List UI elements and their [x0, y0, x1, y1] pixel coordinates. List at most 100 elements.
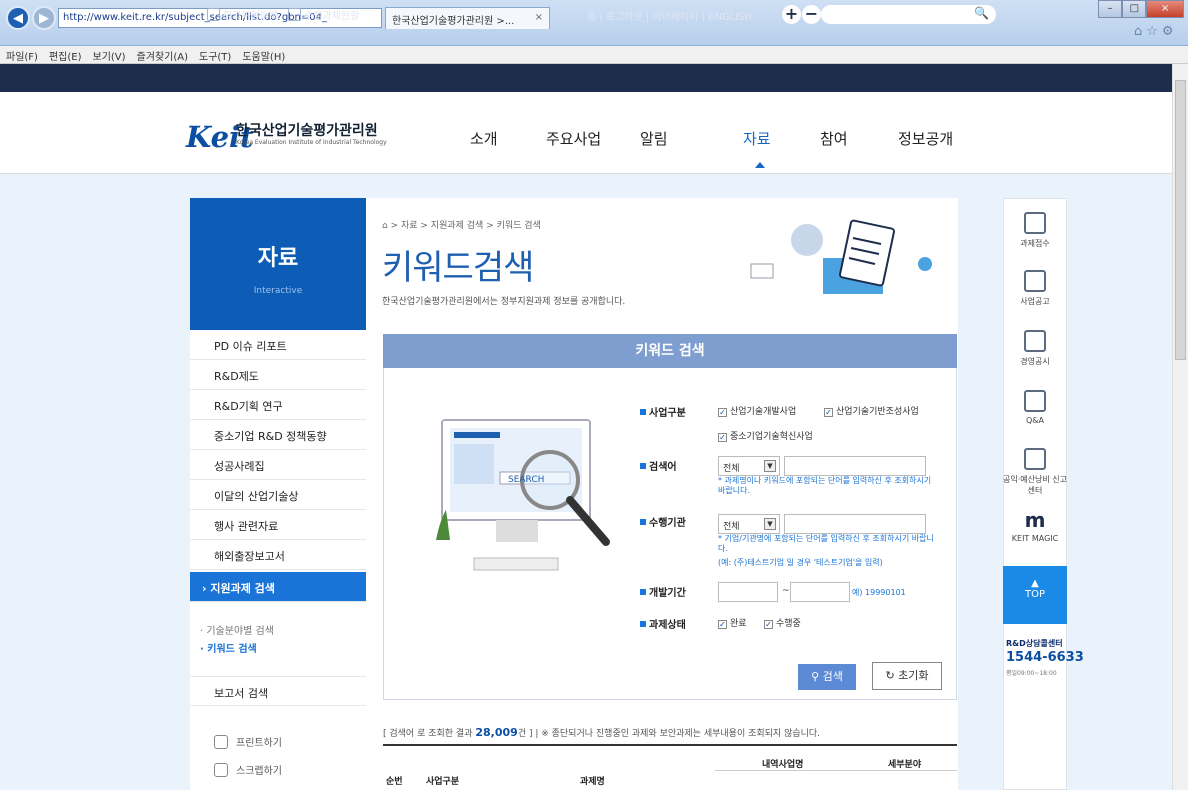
checkbox-biz-2[interactable]: ✓ 산업기술기반조성사업: [824, 404, 919, 417]
lnb-item-award[interactable]: 이달의 산업기술상: [190, 480, 366, 510]
status-label: 과제상태: [640, 616, 686, 631]
reset-button[interactable]: ↻ 초기화: [872, 662, 942, 690]
biz-label: 사업구분: [640, 404, 686, 419]
keyword-type-select[interactable]: 전체 ▼: [718, 456, 780, 476]
checkbox-biz-3[interactable]: ✓ 중소기업기술혁신사업: [718, 429, 813, 442]
quick-magic[interactable]: m KEIT MAGIC: [1003, 508, 1067, 543]
zoom-out-button[interactable]: −: [802, 5, 821, 24]
check-icon: ✓: [764, 620, 773, 629]
search-button[interactable]: ⚲ 검색: [798, 664, 856, 690]
result-suffix: 건 ] | ※ 종단되거나 진행중인 과제와 보안과제는 세부내용이 조회되지 …: [517, 729, 821, 739]
lnb-sub-field[interactable]: · 기술분야별 검색: [200, 622, 274, 637]
zoom-in-button[interactable]: +: [782, 5, 801, 24]
status-opt-ongoing: 수행중: [776, 619, 801, 629]
panel-heading: 키워드 검색: [383, 334, 957, 368]
menu-file[interactable]: 파일(F): [6, 48, 38, 63]
print-button[interactable]: 프린트하기: [214, 734, 282, 749]
callcenter-hours: 평일09:00~18:00: [1006, 670, 1057, 677]
lnb-item-success[interactable]: 성공사례집: [190, 450, 366, 480]
search-button-label: 검색: [822, 670, 843, 683]
top-links[interactable]: 홈 | 로그아웃 | 마이페이지 | ENGLISH: [587, 8, 752, 23]
checkbox-status-ongoing[interactable]: ✓ 수행중: [764, 616, 801, 629]
scrollbar-thumb[interactable]: [1175, 80, 1186, 360]
lnb-item-project-search[interactable]: › 지원과제 검색: [190, 572, 366, 602]
lnb-item-rnd-plan[interactable]: R&D기획 연구: [190, 390, 366, 420]
org-select-value: 전체: [723, 522, 740, 532]
gnb-business[interactable]: 주요사업: [546, 128, 601, 149]
forward-button[interactable]: ▶: [32, 6, 56, 30]
lnb-item-event[interactable]: 행사 관련자료: [190, 510, 366, 540]
logo-english: Korea Evaluation Institute of Industrial…: [236, 139, 387, 146]
checkbox-biz-1[interactable]: ✓ 산업기술개발사업: [718, 404, 796, 417]
menu-view[interactable]: 보기(V): [93, 48, 126, 63]
check-icon: ✓: [718, 408, 727, 417]
quick-magic-label: KEIT MAGIC: [1011, 534, 1059, 543]
lnb-item-rnd-system[interactable]: R&D제도: [190, 360, 366, 390]
lnb-sub-keyword[interactable]: · 키워드 검색: [200, 640, 257, 655]
site-search-input[interactable]: [821, 5, 996, 24]
quick-report-center[interactable]: 공익·예산낭비 신고센터: [1003, 448, 1067, 496]
period-end-input[interactable]: [790, 582, 850, 602]
org-label: 수행기관: [640, 514, 686, 529]
minimize-button[interactable]: –: [1098, 0, 1123, 18]
menu-tools[interactable]: 도구(T): [199, 48, 231, 63]
gnb-about[interactable]: 소개: [470, 128, 498, 149]
gnb-notice[interactable]: 알림: [640, 128, 668, 149]
scrap-icon: [214, 762, 228, 777]
lnb-item-report-search[interactable]: 보고서 검색: [190, 676, 366, 706]
org-note: * 기업/기관명에 포함되는 단어를 입력하신 후 조회하시기 바랍니다.: [718, 534, 934, 553]
maximize-button[interactable]: □: [1122, 0, 1147, 18]
menu-help[interactable]: 도움말(H): [242, 48, 285, 63]
gnb-data[interactable]: 자료: [743, 128, 771, 149]
top-label: TOP: [1024, 589, 1045, 600]
check-icon: ✓: [718, 620, 727, 629]
evaluator-register-button[interactable]: 평가위원등록: [207, 5, 278, 23]
chevron-up-icon: ▲: [1031, 578, 1039, 589]
period-start-input[interactable]: [718, 582, 778, 602]
close-window-button[interactable]: ×: [1146, 0, 1184, 18]
evaluator-register-label: 평가위원등록: [223, 10, 279, 22]
status-icon: [288, 7, 301, 21]
scrap-button[interactable]: 스크랩하기: [214, 762, 282, 777]
top-button[interactable]: ▲ TOP: [1003, 566, 1067, 624]
magic-icon: m: [1024, 508, 1046, 532]
page-description: 한국산업기술평가관리원에서는 정부지원과제 정보를 공개합니다.: [382, 297, 626, 307]
lnb-item-trip[interactable]: 해외출장보고서: [190, 540, 366, 570]
close-tab-icon[interactable]: ×: [535, 12, 543, 23]
search-icon[interactable]: 🔍: [974, 6, 989, 20]
project-status-button[interactable]: 수행과제현황: [288, 5, 359, 23]
period-dash: ~: [782, 586, 790, 596]
callcenter-title: R&D상담콜센터: [1006, 639, 1063, 648]
menu-favorites[interactable]: 즐겨찾기(A): [137, 48, 188, 63]
back-button[interactable]: ◀: [6, 6, 30, 30]
table-header-divider: [715, 770, 957, 771]
menu-bar: 파일(F) 편집(E) 보기(V) 즐겨찾기(A) 도구(T) 도움말(H): [0, 46, 1188, 64]
org-example: (예: (주)테스트기업 일 경우 '테스트기업'을 입력): [718, 558, 883, 567]
breadcrumb: ⌂ > 자료 > 지원과제 검색 > 키워드 검색: [382, 221, 541, 231]
result-summary: [ 검색어 로 조회한 결과 28,009건 ] | ※ 종단되거나 진행중인 …: [383, 726, 820, 739]
quick-notice-label: 사업공고: [1020, 297, 1050, 306]
search-icon: ⚲: [811, 670, 823, 683]
refresh-icon: ↻: [885, 669, 899, 682]
checkbox-status-done[interactable]: ✓ 완료: [718, 616, 747, 629]
col-no: 순번: [386, 777, 403, 787]
browser-toolbar-icons[interactable]: ⌂☆⚙: [1134, 24, 1178, 39]
lnb-item-sme-policy[interactable]: 중소기업 R&D 정책동향: [190, 420, 366, 450]
page-scrollbar[interactable]: [1172, 64, 1188, 790]
keyword-select-value: 전체: [723, 464, 740, 474]
quick-notice[interactable]: 사업공고: [1003, 270, 1067, 307]
period-label: 개발기간: [640, 584, 686, 599]
browser-tab[interactable]: 한국산업기술평가관리원 >... ×: [385, 7, 550, 29]
quick-disclosure[interactable]: 경영공시: [1003, 330, 1067, 367]
org-input[interactable]: [784, 514, 926, 534]
lnb-item-pd-report[interactable]: PD 이슈 리포트: [190, 330, 366, 360]
menu-edit[interactable]: 편집(E): [49, 48, 82, 63]
pen-icon: [1024, 448, 1046, 470]
gnb-disclosure[interactable]: 정보공개: [898, 128, 953, 149]
org-type-select[interactable]: 전체 ▼: [718, 514, 780, 534]
gnb-participate[interactable]: 참여: [820, 128, 848, 149]
quick-qna[interactable]: Q&A: [1003, 390, 1067, 425]
keyword-input[interactable]: [784, 456, 926, 476]
quick-apply[interactable]: 과제접수: [1003, 212, 1067, 249]
util-bar: [0, 64, 1172, 92]
